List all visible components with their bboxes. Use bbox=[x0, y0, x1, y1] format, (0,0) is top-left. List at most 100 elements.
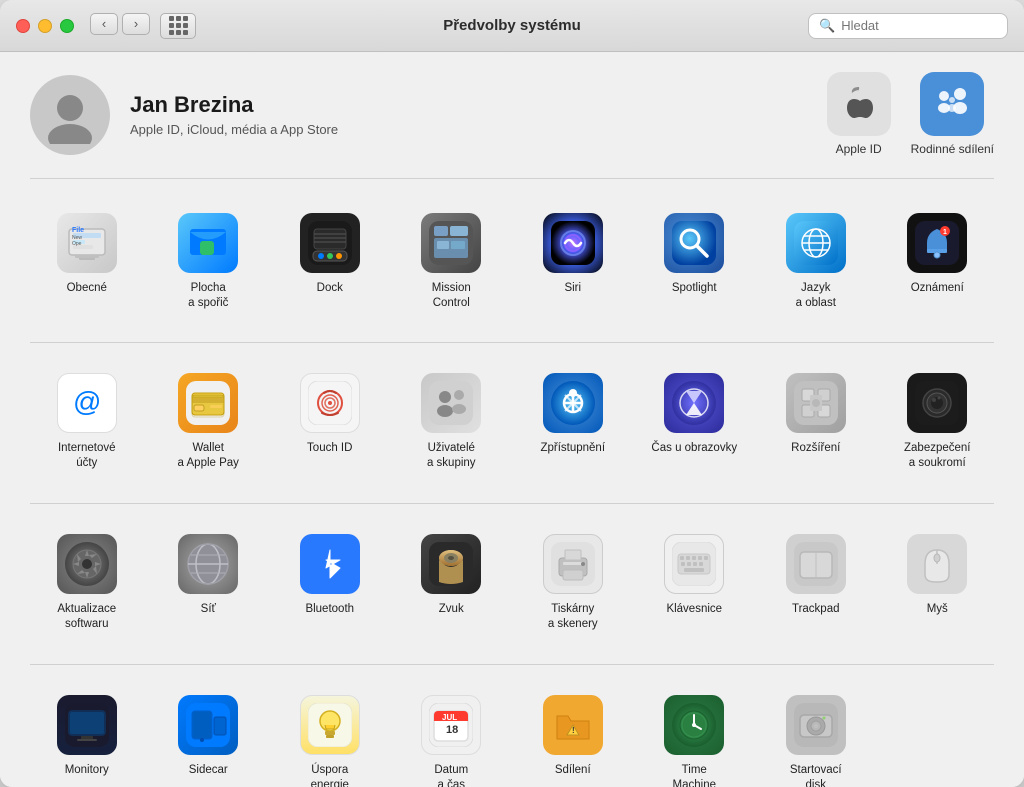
divider-1 bbox=[30, 342, 994, 343]
pref-uspora[interactable]: Úsporaenergie bbox=[273, 685, 387, 787]
apple-id-label: Apple ID bbox=[836, 142, 882, 158]
touchid-icon bbox=[300, 373, 360, 433]
svg-text:Ope: Ope bbox=[72, 241, 82, 247]
search-box[interactable]: 🔍 bbox=[808, 13, 1008, 39]
pref-spotlight[interactable]: Spotlight bbox=[638, 203, 752, 319]
mission-label: MissionControl bbox=[432, 281, 471, 311]
user-info: Jan Brezina Apple ID, iCloud, média a Ap… bbox=[130, 92, 827, 137]
close-button[interactable] bbox=[16, 19, 30, 33]
pref-mission[interactable]: MissionControl bbox=[395, 203, 509, 319]
monitory-icon bbox=[57, 695, 117, 755]
pref-siri[interactable]: Siri bbox=[516, 203, 630, 319]
spotlight-label: Spotlight bbox=[672, 281, 717, 296]
pref-tiskarny[interactable]: Tiskárnya skenery bbox=[516, 524, 630, 640]
pref-sdileni[interactable]: ! Sdílení bbox=[516, 685, 630, 787]
plocha-icon bbox=[178, 213, 238, 273]
siri-label: Siri bbox=[564, 281, 581, 296]
uzivatele-label: Uživateléa skupiny bbox=[427, 441, 476, 471]
apple-id-button[interactable]: Apple ID bbox=[827, 72, 891, 158]
pref-dock[interactable]: Dock bbox=[273, 203, 387, 319]
pref-bt[interactable]: Bluetooth bbox=[273, 524, 387, 640]
rozsireni-icon bbox=[786, 373, 846, 433]
pref-plocha[interactable]: Plochaa spořič bbox=[152, 203, 266, 319]
akt-label: Aktualizacesoftwaru bbox=[57, 602, 116, 632]
wallet-icon bbox=[178, 373, 238, 433]
system-preferences-window: ‹ › Předvolby systému 🔍 bbox=[0, 0, 1024, 787]
forward-button[interactable]: › bbox=[122, 13, 150, 35]
pref-akt[interactable]: Aktualizacesoftwaru bbox=[30, 524, 144, 640]
pref-trackpad[interactable]: Trackpad bbox=[759, 524, 873, 640]
content-area: Jan Brezina Apple ID, iCloud, média a Ap… bbox=[0, 52, 1024, 787]
startovaci-icon bbox=[786, 695, 846, 755]
pref-klavesnice[interactable]: Klávesnice bbox=[638, 524, 752, 640]
user-actions: Apple ID R bbox=[827, 72, 994, 158]
user-section: Jan Brezina Apple ID, iCloud, média a Ap… bbox=[30, 72, 994, 179]
sit-icon bbox=[178, 534, 238, 594]
internet-icon: @ bbox=[57, 373, 117, 433]
akt-icon bbox=[57, 534, 117, 594]
pref-zvuk[interactable]: Zvuk bbox=[395, 524, 509, 640]
sdileni-label: Sdílení bbox=[555, 763, 591, 778]
avatar[interactable] bbox=[30, 75, 110, 155]
prefs-section-2: @ Internetovéúčty bbox=[30, 363, 994, 479]
spotlight-icon bbox=[664, 213, 724, 273]
trackpad-label: Trackpad bbox=[792, 602, 840, 617]
svg-text:18: 18 bbox=[446, 724, 458, 736]
pref-uzivatele[interactable]: Uživateléa skupiny bbox=[395, 363, 509, 479]
pref-startovaci[interactable]: Startovacídisk bbox=[759, 685, 873, 787]
pref-internet[interactable]: @ Internetovéúčty bbox=[30, 363, 144, 479]
pref-mys[interactable]: Myš bbox=[881, 524, 995, 640]
pref-wallet[interactable]: Walleta Apple Pay bbox=[152, 363, 266, 479]
bt-icon bbox=[300, 534, 360, 594]
prefs-grid-2: @ Internetovéúčty bbox=[30, 363, 994, 479]
prefs-grid-3: Aktualizacesoftwaru bbox=[30, 524, 994, 640]
nav-buttons: ‹ › bbox=[90, 13, 196, 39]
avatar-icon bbox=[41, 86, 99, 144]
trackpad-icon bbox=[786, 534, 846, 594]
pref-zprist[interactable]: Zpřístupnění bbox=[516, 363, 630, 479]
pref-oznameni[interactable]: 1 Oznámení bbox=[881, 203, 995, 319]
pref-zabezp[interactable]: Zabezpečenía soukromí bbox=[881, 363, 995, 479]
minimize-button[interactable] bbox=[38, 19, 52, 33]
family-sharing-button[interactable]: Rodinné sdílení bbox=[911, 72, 994, 158]
svg-text:1: 1 bbox=[943, 229, 947, 236]
zvuk-icon bbox=[421, 534, 481, 594]
maximize-button[interactable] bbox=[60, 19, 74, 33]
grid-view-button[interactable] bbox=[160, 13, 196, 39]
rozsireni-label: Rozšíření bbox=[791, 441, 840, 456]
pref-obecne[interactable]: File New Ope Obecné bbox=[30, 203, 144, 319]
window-title: Předvolby systému bbox=[443, 17, 581, 34]
pref-time[interactable]: TimeMachine bbox=[638, 685, 752, 787]
oznameni-icon: 1 bbox=[907, 213, 967, 273]
tiskarny-icon bbox=[543, 534, 603, 594]
obecne-label: Obecné bbox=[67, 281, 107, 296]
pref-cas[interactable]: Čas u obrazovky bbox=[638, 363, 752, 479]
pref-jazyk[interactable]: Jazyka oblast bbox=[759, 203, 873, 319]
pref-sit[interactable]: Síť bbox=[152, 524, 266, 640]
jazyk-label: Jazyka oblast bbox=[796, 281, 836, 311]
mys-icon bbox=[907, 534, 967, 594]
bt-label: Bluetooth bbox=[305, 602, 354, 617]
pref-monitory[interactable]: Monitory bbox=[30, 685, 144, 787]
zvuk-label: Zvuk bbox=[439, 602, 464, 617]
pref-sidecar[interactable]: Sidecar bbox=[152, 685, 266, 787]
svg-text:JUL: JUL bbox=[442, 713, 457, 722]
titlebar: ‹ › Předvolby systému 🔍 bbox=[0, 0, 1024, 52]
zabezp-icon bbox=[907, 373, 967, 433]
search-input[interactable] bbox=[841, 18, 997, 33]
mission-icon bbox=[421, 213, 481, 273]
back-button[interactable]: ‹ bbox=[90, 13, 118, 35]
zprist-icon bbox=[543, 373, 603, 433]
touchid-label: Touch ID bbox=[307, 441, 352, 456]
pref-touchid[interactable]: Touch ID bbox=[273, 363, 387, 479]
family-sharing-label: Rodinné sdílení bbox=[911, 142, 994, 158]
pref-datum[interactable]: JUL 18 Datuma čas bbox=[395, 685, 509, 787]
pref-rozsireni[interactable]: Rozšíření bbox=[759, 363, 873, 479]
uspora-icon bbox=[300, 695, 360, 755]
cas-icon bbox=[664, 373, 724, 433]
tiskarny-label: Tiskárnya skenery bbox=[548, 602, 598, 632]
sit-label: Síť bbox=[201, 602, 216, 617]
dock-label: Dock bbox=[317, 281, 343, 296]
sdileni-icon: ! bbox=[543, 695, 603, 755]
time-label: TimeMachine bbox=[673, 763, 716, 787]
